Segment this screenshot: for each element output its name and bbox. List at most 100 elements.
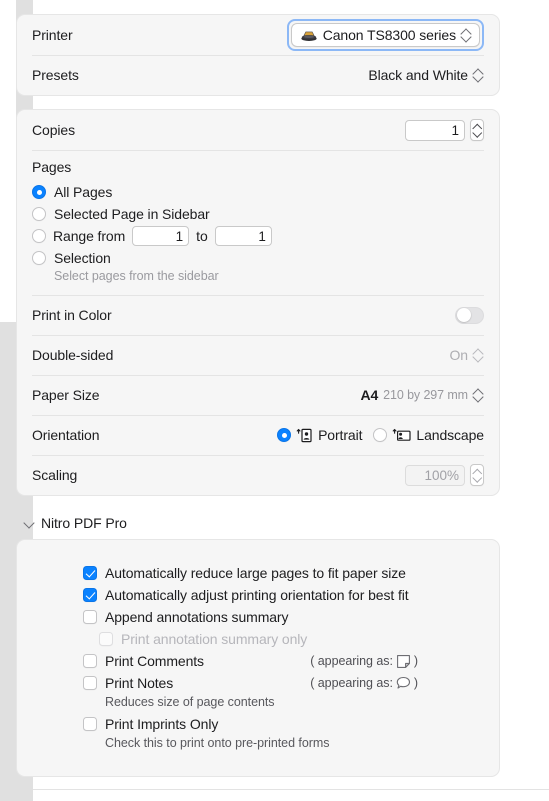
nitro-checkbox-adjust-orientation[interactable]: Automatically adjust printing orientatio… xyxy=(33,584,483,606)
nitro-checkbox-annotation-summary-only: Print annotation summary only xyxy=(33,628,483,650)
printer-presets-card: Printer Canon TS8300 series Presets Blac… xyxy=(16,14,500,96)
nitro-checkbox-label: Automatically reduce large pages to fit … xyxy=(105,565,406,581)
scaling-label: Scaling xyxy=(32,467,78,483)
radio-icon xyxy=(32,207,46,221)
range-to-label: to xyxy=(196,228,208,244)
pages-option-label: All Pages xyxy=(54,184,113,200)
range-to-input[interactable] xyxy=(214,226,272,246)
pages-option-selection[interactable]: Selection xyxy=(32,247,484,269)
toggle-knob xyxy=(457,308,471,322)
presets-label: Presets xyxy=(32,67,79,83)
print-in-color-toggle[interactable] xyxy=(455,306,484,324)
nitro-row-print-comments: Print Comments ( appearing as: ) xyxy=(33,650,483,672)
range-from-input[interactable] xyxy=(132,226,190,246)
pages-option-selected-page[interactable]: Selected Page in Sidebar xyxy=(32,203,484,225)
nitro-checkbox-label: Print Notes xyxy=(105,675,174,691)
copies-controls xyxy=(405,119,484,141)
paper-size-select[interactable]: A4 210 by 297 mm xyxy=(360,387,484,403)
presets-row: Presets Black and White xyxy=(17,55,499,95)
checkbox-icon xyxy=(83,717,97,731)
nitro-checkbox-label: Print annotation summary only xyxy=(121,631,308,647)
checkbox-icon xyxy=(83,676,97,690)
appearing-suffix: ) xyxy=(413,654,418,668)
chevron-updown-icon xyxy=(473,348,484,363)
nitro-row-print-notes: Print Notes ( appearing as: ) xyxy=(33,672,483,694)
nitro-checkbox-label: Print Comments xyxy=(105,653,204,669)
nitro-checkbox-label: Print Imprints Only xyxy=(105,716,219,732)
printer-row: Printer Canon TS8300 series xyxy=(17,15,499,55)
printer-icon xyxy=(301,31,317,41)
selection-hint: Select pages from the sidebar xyxy=(54,269,219,283)
pages-option-range[interactable]: Range from to xyxy=(32,225,484,247)
portrait-page-icon xyxy=(296,428,312,442)
scaling-input[interactable] xyxy=(405,464,465,486)
double-sided-select[interactable]: On xyxy=(450,347,484,363)
nitro-checkbox-print-imprints-only[interactable]: Print Imprints Only xyxy=(33,713,483,735)
orientation-label-portrait: Portrait xyxy=(318,427,363,443)
printer-label: Printer xyxy=(32,27,73,43)
paper-size-dimensions: 210 by 297 mm xyxy=(383,388,468,402)
double-sided-value: On xyxy=(449,347,469,363)
nitro-checkbox-print-comments[interactable]: Print Comments xyxy=(33,650,204,672)
scaling-controls xyxy=(405,464,484,486)
radio-icon xyxy=(373,428,388,442)
double-sided-row: Double-sided On xyxy=(17,335,499,375)
landscape-page-icon xyxy=(393,428,411,441)
orientation-options: Portrait Landscape xyxy=(277,427,484,443)
nitro-section-header[interactable]: Nitro PDF Pro xyxy=(16,509,500,539)
pages-label: Pages xyxy=(32,159,72,175)
checkbox-icon xyxy=(83,610,97,624)
orientation-row: Orientation Portrait Landscape xyxy=(17,415,499,455)
appearing-prefix: ( appearing as: xyxy=(310,676,393,690)
nitro-checkbox-reduce-large-pages[interactable]: Automatically reduce large pages to fit … xyxy=(33,562,483,584)
orientation-label-landscape: Landscape xyxy=(416,427,484,443)
chevron-down-icon[interactable] xyxy=(24,518,34,528)
checkbox-icon xyxy=(83,588,97,602)
scaling-row: Scaling xyxy=(17,455,499,495)
checkbox-icon xyxy=(83,654,97,668)
print-settings-card: Copies Pages All Pages Selected Page in … xyxy=(16,109,500,496)
print-in-color-row: Print in Color xyxy=(17,295,499,335)
copies-stepper[interactable] xyxy=(470,119,484,141)
radio-icon xyxy=(32,251,46,265)
printer-value: Canon TS8300 series xyxy=(322,27,456,43)
nitro-checkbox-append-annotations[interactable]: Append annotations summary xyxy=(33,606,483,628)
checkbox-icon xyxy=(83,566,97,580)
print-dialog-content: Printer Canon TS8300 series Presets Blac… xyxy=(0,0,516,791)
orientation-option-portrait[interactable]: Portrait xyxy=(277,427,362,443)
presets-value: Black and White xyxy=(368,67,468,83)
appearing-prefix: ( appearing as: xyxy=(310,654,393,668)
orientation-option-landscape[interactable]: Landscape xyxy=(373,427,484,443)
orientation-label: Orientation xyxy=(32,427,100,443)
checkbox-icon xyxy=(99,632,113,646)
note-page-icon[interactable] xyxy=(396,654,411,669)
nitro-checkbox-label: Automatically adjust printing orientatio… xyxy=(105,587,409,603)
speech-bubble-icon[interactable] xyxy=(396,676,411,690)
chevron-updown-icon xyxy=(473,388,484,403)
printer-select[interactable]: Canon TS8300 series xyxy=(290,23,480,47)
notes-hint: Reduces size of page contents xyxy=(105,695,275,709)
nitro-options-card: Automatically reduce large pages to fit … xyxy=(16,539,500,777)
print-in-color-label: Print in Color xyxy=(32,307,112,323)
imprints-hint: Check this to print onto pre-printed for… xyxy=(105,736,330,750)
nitro-section-title: Nitro PDF Pro xyxy=(41,515,127,531)
presets-select[interactable]: Black and White xyxy=(368,67,484,83)
radio-icon xyxy=(32,185,46,199)
pages-option-label: Selected Page in Sidebar xyxy=(54,206,210,222)
appearing-suffix: ) xyxy=(413,676,418,690)
copies-input[interactable] xyxy=(405,119,465,141)
copies-label: Copies xyxy=(32,122,75,138)
chevron-updown-icon xyxy=(461,28,472,43)
paper-size-label: Paper Size xyxy=(32,387,100,403)
comments-appearing-as: ( appearing as: ) xyxy=(310,654,418,669)
paper-size-value: A4 xyxy=(360,387,379,403)
radio-icon xyxy=(32,229,46,243)
pages-block: Pages All Pages Selected Page in Sidebar… xyxy=(17,150,499,295)
scaling-stepper[interactable] xyxy=(470,464,484,486)
nitro-checkbox-print-notes[interactable]: Print Notes xyxy=(33,672,173,694)
double-sided-label: Double-sided xyxy=(32,347,114,363)
printer-focus-ring: Canon TS8300 series xyxy=(286,19,484,51)
pages-option-label: Range from xyxy=(53,228,126,244)
pages-option-all-pages[interactable]: All Pages xyxy=(32,181,484,203)
chevron-updown-icon xyxy=(473,68,484,83)
